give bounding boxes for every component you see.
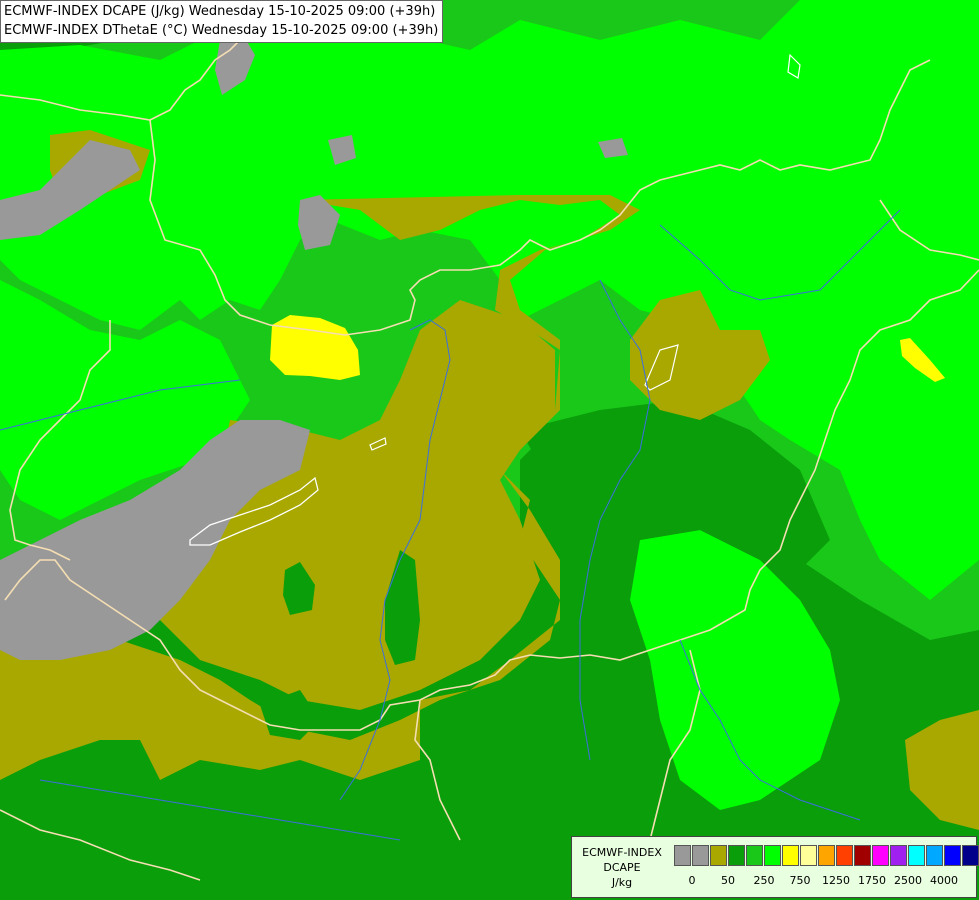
legend-color-swatches bbox=[674, 845, 979, 866]
map-title-dcape: ECMWF-INDEX DCAPE (J/kg) Wednesday 15-10… bbox=[4, 4, 436, 19]
legend-tick-label: 4000 bbox=[930, 874, 958, 887]
legend-swatch bbox=[908, 845, 925, 866]
legend-swatch bbox=[728, 845, 745, 866]
legend-swatch bbox=[746, 845, 763, 866]
legend-tick-label: 1250 bbox=[822, 874, 850, 887]
legend-tick-label: 750 bbox=[789, 874, 811, 887]
legend-tick-label: 250 bbox=[753, 874, 775, 887]
map-title-box: ECMWF-INDEX DCAPE (J/kg) Wednesday 15-10… bbox=[0, 0, 444, 43]
legend-swatch bbox=[926, 845, 943, 866]
legend-tick-label: 2500 bbox=[894, 874, 922, 887]
legend-title: ECMWF-INDEX DCAPE J/kg bbox=[574, 845, 670, 890]
colorbar-legend: ECMWF-INDEX DCAPE J/kg 0 50 250 750 1250 1750… bbox=[571, 836, 979, 898]
legend-swatch bbox=[944, 845, 961, 866]
legend-swatch bbox=[818, 845, 835, 866]
legend-swatch bbox=[854, 845, 871, 866]
legend-swatch bbox=[764, 845, 781, 866]
legend-swatch bbox=[836, 845, 853, 866]
legend-tick-label: 0 bbox=[688, 874, 696, 887]
legend-swatch bbox=[962, 845, 979, 866]
legend-swatch bbox=[800, 845, 817, 866]
legend-swatch bbox=[692, 845, 709, 866]
legend-swatch bbox=[872, 845, 889, 866]
legend-tick-label: 50 bbox=[721, 874, 735, 887]
legend-swatch bbox=[674, 845, 691, 866]
legend-title-variable: DCAPE bbox=[603, 861, 641, 874]
legend-swatch bbox=[710, 845, 727, 866]
legend-tick-label: 1750 bbox=[858, 874, 886, 887]
legend-swatch bbox=[890, 845, 907, 866]
map-title-dthetae: ECMWF-INDEX DThetaE (°C) Wednesday 15-10… bbox=[4, 23, 439, 38]
legend-swatch bbox=[782, 845, 799, 866]
legend-title-model: ECMWF-INDEX bbox=[582, 846, 662, 859]
legend-tick-labels: 0 50 250 750 1250 1750 2500 4000 bbox=[674, 874, 974, 888]
map-canvas bbox=[0, 0, 979, 900]
legend-units: J/kg bbox=[611, 876, 633, 889]
